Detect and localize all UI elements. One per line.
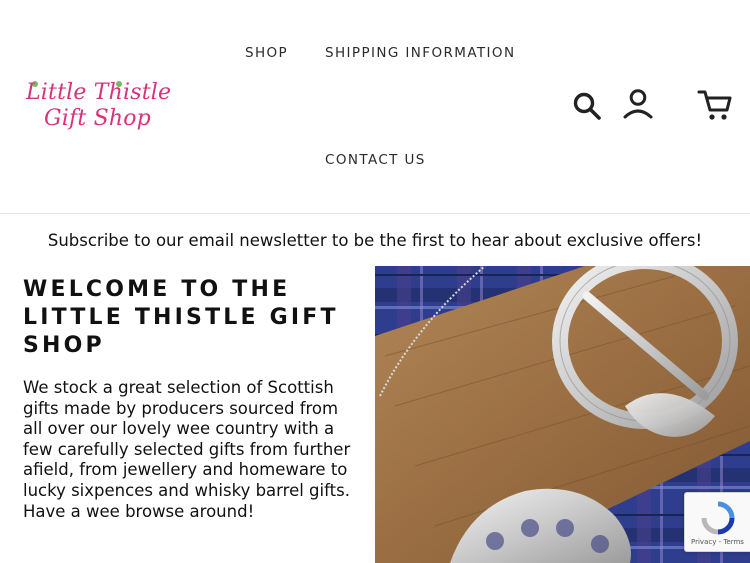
newsletter-banner[interactable]: Subscribe to our email newsletter to be … xyxy=(0,214,750,266)
logo-line-1: Little Thistle xyxy=(26,80,172,105)
welcome-section: WELCOME TO THE LITTLE THISTLE GIFT SHOP … xyxy=(0,266,375,563)
recaptcha-links[interactable]: Privacy - Terms xyxy=(691,538,744,546)
nav-shop[interactable]: SHOP xyxy=(245,45,288,61)
search-icon[interactable] xyxy=(572,91,602,125)
cart-icon[interactable] xyxy=(697,88,733,126)
site-logo[interactable]: Little Thistle Gift Shop xyxy=(24,78,172,136)
recaptcha-icon xyxy=(701,501,735,535)
newsletter-banner-text: Subscribe to our email newsletter to be … xyxy=(47,230,703,250)
account-icon[interactable] xyxy=(622,88,654,124)
welcome-title: WELCOME TO THE LITTLE THISTLE GIFT SHOP xyxy=(23,277,339,358)
logo-line-2: Gift Shop xyxy=(44,106,151,131)
nav-shipping-information[interactable]: SHIPPING INFORMATION xyxy=(325,45,515,61)
welcome-body: We stock a great selection of Scottish g… xyxy=(23,378,351,521)
nav-contact-us[interactable]: CONTACT US xyxy=(325,152,426,168)
recaptcha-badge[interactable]: Privacy - Terms xyxy=(684,492,750,552)
site-header: Little Thistle Gift Shop SHOP SHIPPING I… xyxy=(0,0,750,214)
